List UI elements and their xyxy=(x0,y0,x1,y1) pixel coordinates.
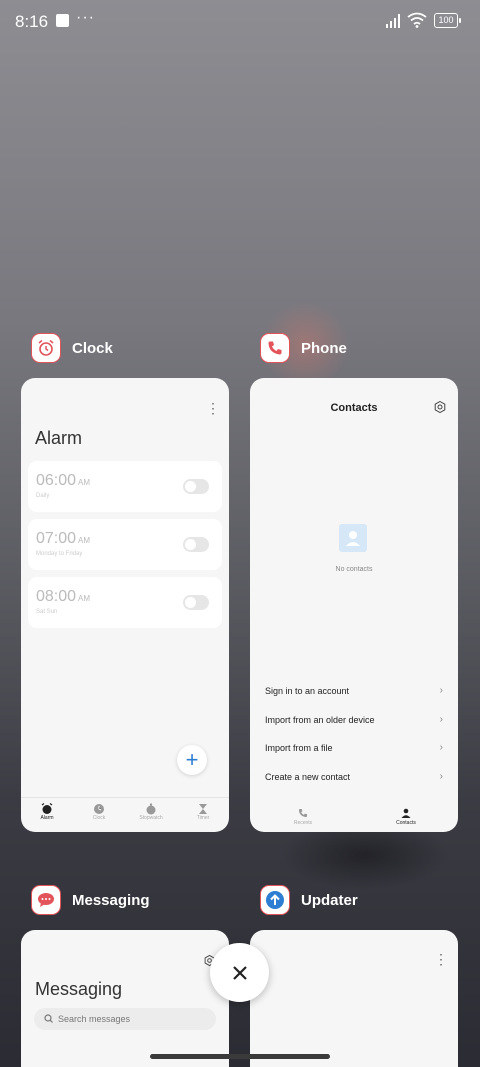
import-older-device-action[interactable]: Import from an older device › xyxy=(265,714,443,725)
alarm-toggle[interactable] xyxy=(183,595,209,610)
updater-app-card[interactable]: ⋮ xyxy=(250,930,458,1067)
clock-app-card[interactable]: ⋮ Alarm 06:00 AM Daily 07:00 AM Monday to … xyxy=(21,378,229,832)
alarm-repeat: Sat Sun xyxy=(36,609,58,615)
more-options-icon[interactable]: ⋮ xyxy=(434,951,448,968)
contact-card-icon xyxy=(339,524,367,552)
messaging-title: Messaging xyxy=(35,979,123,999)
alarm-toggle[interactable] xyxy=(183,537,209,552)
notification-icon xyxy=(56,14,69,27)
updater-app-header[interactable]: Updater xyxy=(260,885,358,915)
tab-label: Stopwatch xyxy=(139,815,163,821)
phone-app-header[interactable]: Phone xyxy=(260,333,347,363)
alarm-title: Alarm xyxy=(35,428,83,448)
search-placeholder: Search messages xyxy=(58,1014,131,1024)
no-contacts-text: No contacts xyxy=(335,566,373,573)
close-icon xyxy=(232,965,247,980)
tab-label: Clock xyxy=(92,815,106,821)
chevron-right-icon: › xyxy=(439,685,443,696)
stopwatch-icon xyxy=(125,803,177,815)
alarm-toggle[interactable] xyxy=(183,479,209,494)
alarm-row[interactable]: 06:00 AM Daily xyxy=(28,461,222,512)
clear-all-button[interactable] xyxy=(210,943,269,1002)
alarm-row[interactable]: 08:00 AM Sat Sun xyxy=(28,577,222,628)
clock-app-name: Clock xyxy=(72,339,113,357)
alarm-time: 08:00 AM xyxy=(36,588,91,605)
message-bubble-icon xyxy=(31,885,61,915)
clock-icon xyxy=(73,803,125,815)
signal-icon xyxy=(386,14,400,28)
updater-app-name: Updater xyxy=(301,891,358,909)
action-label: Import from an older device xyxy=(265,715,375,725)
person-icon xyxy=(401,808,411,818)
alarm-repeat: Monday to Friday xyxy=(36,551,83,557)
contacts-title: Contacts xyxy=(330,402,378,414)
alarm-row[interactable]: 07:00 AM Monday to Friday xyxy=(28,519,222,570)
tab-alarm[interactable]: Alarm xyxy=(21,798,73,832)
alarm-time: 06:00 AM xyxy=(36,472,91,489)
messaging-app-header[interactable]: Messaging xyxy=(31,885,150,915)
hourglass-icon xyxy=(177,803,229,815)
clock-app-header[interactable]: Clock xyxy=(31,333,113,363)
tab-label: Alarm xyxy=(40,815,54,821)
chevron-right-icon: › xyxy=(439,742,443,753)
home-indicator[interactable] xyxy=(150,1054,330,1059)
alarm-repeat: Daily xyxy=(36,493,50,499)
tab-contacts[interactable]: Contacts xyxy=(381,808,431,826)
action-label: Sign in to an account xyxy=(265,686,350,696)
tab-clock[interactable]: Clock xyxy=(73,798,125,832)
messaging-app-name: Messaging xyxy=(72,891,150,909)
tab-label: Timer xyxy=(196,815,210,821)
tab-label: Contacts xyxy=(396,820,416,826)
settings-gear-icon[interactable] xyxy=(434,401,446,413)
tab-label: Recents xyxy=(293,820,313,826)
phone-app-card[interactable]: Contacts No contacts Sign in to an accou… xyxy=(250,378,458,832)
battery-icon: 100 xyxy=(434,13,461,28)
tab-stopwatch[interactable]: Stopwatch xyxy=(125,798,177,832)
chevron-right-icon: › xyxy=(439,771,443,782)
more-options-icon[interactable]: ⋮ xyxy=(206,400,220,417)
status-bar: 8:16 ··· 100 xyxy=(0,0,480,44)
status-time: 8:16 xyxy=(15,12,49,31)
action-label: Import from a file xyxy=(265,743,333,753)
update-arrow-icon xyxy=(260,885,290,915)
wifi-icon xyxy=(407,12,427,28)
clock-tab-bar: Alarm Clock Stopwatch Timer xyxy=(21,797,229,832)
sign-in-account-action[interactable]: Sign in to an account › xyxy=(265,685,443,696)
alarm-clock-icon xyxy=(31,333,61,363)
alarm-time: 07:00 AM xyxy=(36,530,91,547)
action-label: Create a new contact xyxy=(265,772,351,782)
more-notifications-icon: ··· xyxy=(76,9,95,26)
search-icon xyxy=(44,1014,53,1023)
phone-app-name: Phone xyxy=(301,339,347,357)
import-file-action[interactable]: Import from a file › xyxy=(265,742,443,753)
chevron-right-icon: › xyxy=(439,714,443,725)
add-alarm-button[interactable]: + xyxy=(177,745,207,775)
tab-recents[interactable]: Recents xyxy=(278,808,328,826)
tab-timer[interactable]: Timer xyxy=(177,798,229,832)
create-contact-action[interactable]: Create a new contact › xyxy=(265,771,443,782)
phone-handset-icon xyxy=(298,808,308,818)
phone-icon xyxy=(260,333,290,363)
search-messages-input[interactable]: Search messages xyxy=(34,1008,216,1030)
alarm-icon xyxy=(21,803,73,815)
messaging-app-card[interactable]: Messaging Search messages xyxy=(21,930,229,1067)
